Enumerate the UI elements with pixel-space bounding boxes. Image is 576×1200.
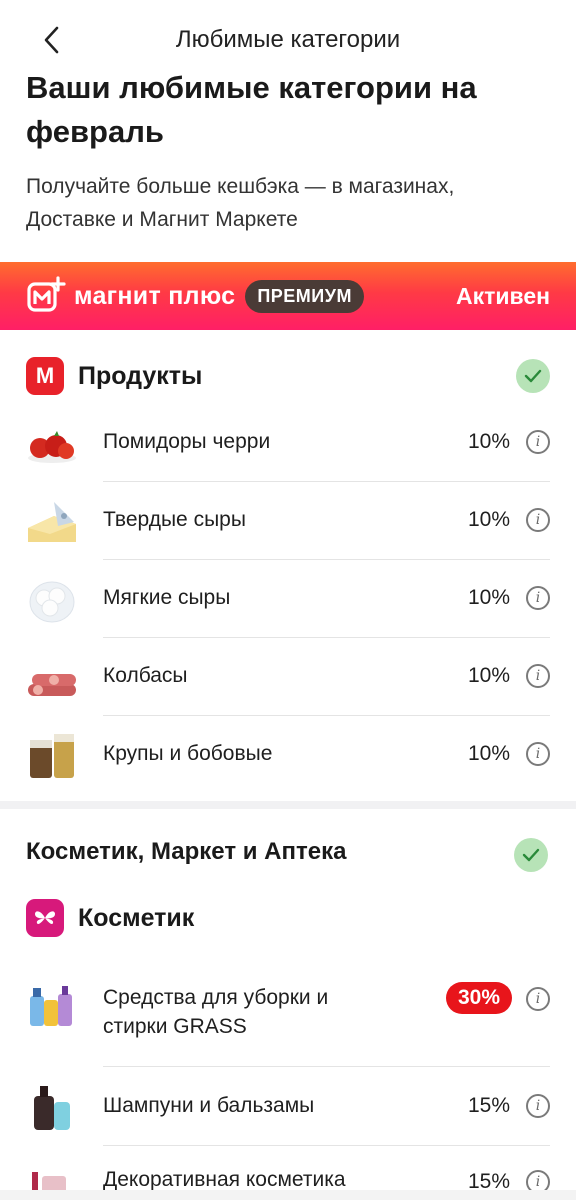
section-divider [0,801,576,809]
cashback-percent: 10% [467,508,510,531]
magnit-plus-logo-icon [27,276,66,312]
item-label: Средства для уборки и [103,986,329,1009]
info-icon[interactable]: i [526,1094,550,1118]
shampoo-image [34,1086,70,1130]
item-label: Мягкие сыры [103,586,231,609]
cashback-percent: 15% [467,1094,510,1117]
cashback-percent: 10% [467,430,510,453]
magnit-logo-icon: М [26,357,64,395]
divider [103,637,550,638]
cashback-percent: 10% [467,742,510,765]
group-title: Косметик, Маркет и Аптека [26,838,347,865]
cashback-badge: 30% [445,982,512,1014]
info-icon[interactable]: i [526,430,550,454]
divider [103,481,550,482]
brand-name: магнит плюс [74,281,236,310]
butterfly-logo-icon [26,899,64,937]
info-icon[interactable]: i [526,987,550,1011]
subtitle: Получайте больше кешбэка — в магазинах, … [26,175,455,231]
section-title-cosmetic: Косметик [78,903,195,932]
list-item[interactable]: Колбасы 10% i [0,646,576,716]
headline: Ваши любимые категории на февраль [26,70,477,149]
products-section-header: М Продукты [26,356,550,396]
item-label: Твердые сыры [103,508,246,531]
hard-cheese-image [28,502,76,542]
divider [103,1066,550,1067]
info-icon[interactable]: i [526,508,550,532]
divider [103,1145,550,1146]
check-icon [514,838,548,872]
item-label: Шампуни и бальзамы [103,1094,315,1117]
premium-badge: ПРЕМИУМ [245,279,364,313]
list-item[interactable]: Мягкие сыры 10% i [0,568,576,638]
cleaning-products-image [30,986,72,1026]
cosmetic-section-header: Косметик [26,898,550,938]
info-icon[interactable]: i [526,742,550,766]
sausages-image [28,674,76,696]
item-label: Помидоры черри [103,430,271,453]
list-item[interactable]: Помидоры черри 10% i [0,412,576,482]
check-icon [516,359,550,393]
section-title-products: Продукты [78,361,203,390]
cashback-percent: 10% [467,664,510,687]
item-label: Крупы и бобовые [103,742,273,765]
list-item[interactable]: Средства для уборки и стирки GRASS 30% i [0,968,576,1067]
list-item[interactable]: Твердые сыры 10% i [0,490,576,560]
item-label: Колбасы [103,664,188,687]
divider [103,559,550,560]
bottom-edge [0,1190,576,1200]
cashback-percent: 10% [467,586,510,609]
list-item[interactable]: Шампуни и бальзамы 15% i [0,1074,576,1146]
subscription-status: Активен [455,282,550,309]
item-label-line2: стирки GRASS [103,1015,247,1038]
premium-banner[interactable]: магнит плюс ПРЕМИУМ Активен [0,262,576,330]
list-item[interactable]: Крупы и бобовые 10% i [0,724,576,794]
info-icon[interactable]: i [526,664,550,688]
info-icon[interactable]: i [526,586,550,610]
divider [103,715,550,716]
cherry-tomatoes-image [28,431,76,463]
soft-cheese-image [29,581,75,623]
page-title: Любимые категории [175,26,401,53]
grains-image [30,734,74,778]
